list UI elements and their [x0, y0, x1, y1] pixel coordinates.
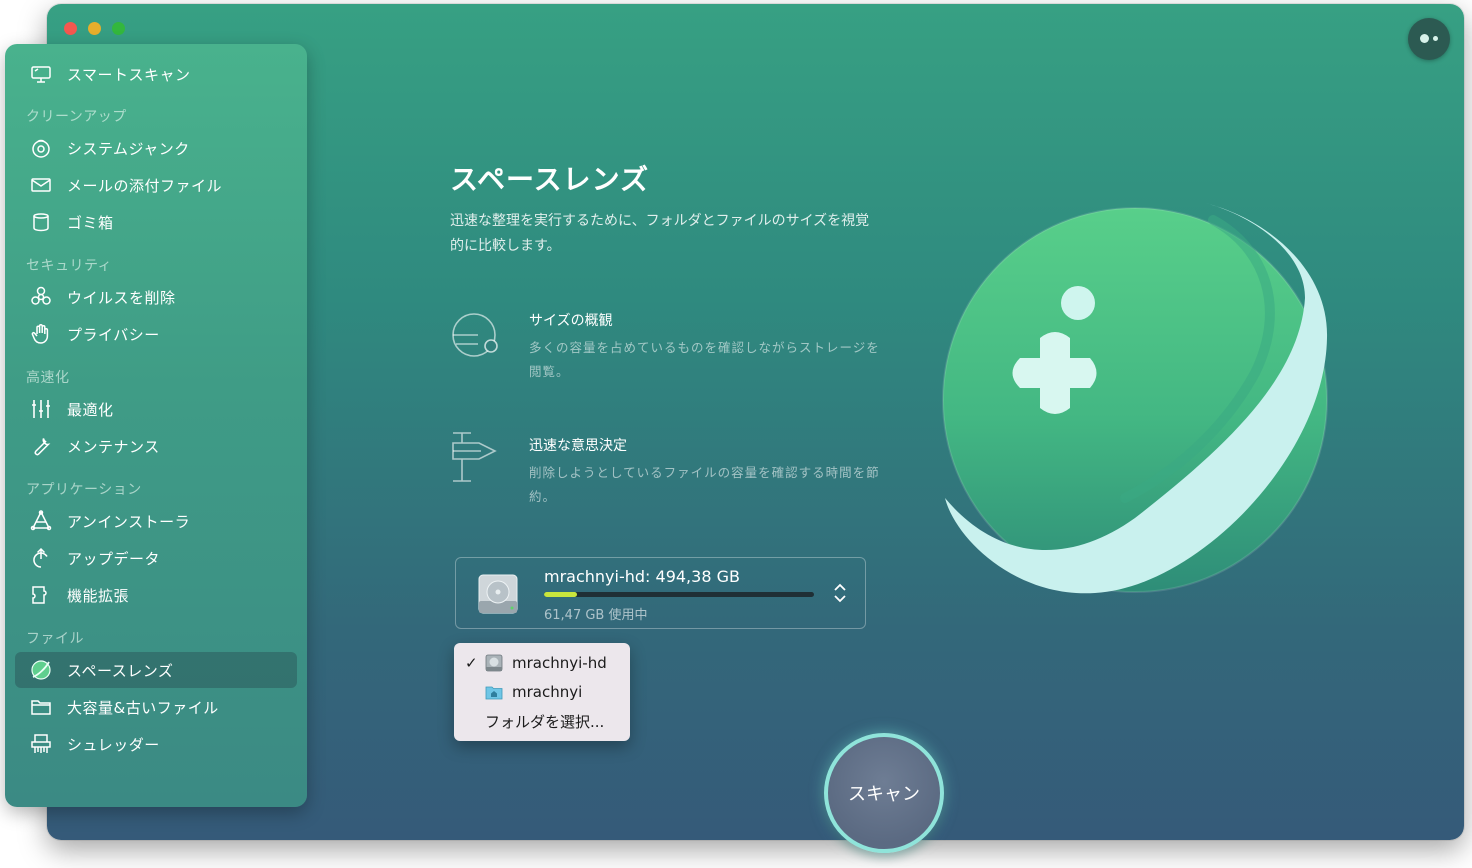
section-header-cleanup: クリーンアップ: [26, 109, 127, 125]
sidebar-item-label: スマートスキャン: [67, 65, 191, 84]
wrench-icon: [15, 428, 67, 464]
sidebar-item-trash[interactable]: ゴミ箱: [15, 204, 297, 240]
puzzle-icon: [15, 577, 67, 613]
page-title: スペースレンズ: [450, 163, 650, 196]
feature-title: サイズの概観: [529, 313, 613, 329]
mail-icon: [15, 167, 67, 203]
sidebar-item-label: メールの添付ファイル: [67, 176, 223, 195]
space-lens-planet-icon: [15, 652, 67, 688]
size-overview-icon: [452, 313, 498, 357]
trash-icon: [15, 204, 67, 240]
assistant-dot-small-icon: [1433, 36, 1438, 41]
sidebar-item-smart-scan[interactable]: スマートスキャン: [15, 56, 297, 92]
sidebar-item-label: 最適化: [67, 400, 114, 419]
sidebar-item-label: システムジャンク: [67, 139, 190, 158]
sidebar-item-system-junk[interactable]: システムジャンク: [15, 130, 297, 166]
section-header-applications: アプリケーション: [26, 482, 142, 498]
disk-dropdown-menu: ✓ mrachnyi-hd mrachnyi フォルダを選択...: [454, 643, 630, 741]
disk-usage-bar: [544, 592, 814, 597]
hard-drive-icon: [478, 574, 518, 614]
hard-drive-icon: [485, 654, 503, 672]
dropdown-option-label: フォルダを選択...: [485, 712, 605, 731]
zoom-window-button[interactable]: [112, 22, 125, 35]
chevron-up-down-icon[interactable]: [833, 580, 847, 606]
scan-button[interactable]: スキャン: [824, 733, 944, 853]
section-header-speed: 高速化: [26, 370, 70, 386]
section-header-files: ファイル: [26, 631, 84, 647]
sidebar: スマートスキャン クリーンアップ システムジャンク メールの添付ファイル ゴミ箱…: [5, 44, 307, 807]
disk-selector[interactable]: mrachnyi-hd: 494,38 GB 61,47 GB 使用中: [455, 557, 866, 629]
uninstaller-icon: [15, 503, 67, 539]
dropdown-option-mrachnyi-hd[interactable]: ✓ mrachnyi-hd: [454, 649, 630, 677]
system-junk-icon: [15, 130, 67, 166]
sliders-icon: [15, 391, 67, 427]
sidebar-item-label: メンテナンス: [67, 437, 160, 456]
dropdown-option-mrachnyi[interactable]: mrachnyi: [454, 678, 630, 706]
sidebar-item-extensions[interactable]: 機能拡張: [15, 577, 297, 613]
feature-description: 削除しようとしているファイルの容量を確認する時間を節約。: [529, 465, 880, 504]
sidebar-item-large-old-files[interactable]: 大容量&古いファイル: [15, 689, 297, 725]
dropdown-option-choose-folder[interactable]: フォルダを選択...: [454, 707, 630, 735]
minimize-window-button[interactable]: [88, 22, 101, 35]
sidebar-item-label: ウイルスを削除: [67, 288, 176, 307]
assistant-button[interactable]: [1408, 18, 1450, 60]
space-lens-planet-icon: [942, 203, 1328, 594]
sidebar-item-label: スペースレンズ: [67, 661, 174, 680]
disk-usage-fill: [544, 592, 578, 597]
hand-icon: [15, 316, 67, 352]
monitor-icon: [15, 56, 67, 92]
disk-name: mrachnyi-hd: 494,38 GB: [544, 567, 740, 586]
disk-used-label: 61,47 GB 使用中: [544, 608, 648, 623]
biohazard-icon: [15, 279, 67, 315]
sidebar-item-label: アップデータ: [67, 549, 161, 568]
sidebar-item-malware-removal[interactable]: ウイルスを削除: [15, 279, 297, 315]
sidebar-item-label: 大容量&古いファイル: [67, 698, 219, 717]
sidebar-item-label: ゴミ箱: [67, 213, 114, 232]
assistant-dot-icon: [1420, 34, 1429, 43]
sidebar-item-maintenance[interactable]: メンテナンス: [15, 428, 297, 464]
sidebar-item-mail-attachments[interactable]: メールの添付ファイル: [15, 167, 297, 203]
sidebar-item-label: アンインストーラ: [67, 512, 191, 531]
home-folder-icon: [485, 686, 503, 700]
feature-description: 多くの容量を占めているものを確認しながらストレージを閲覧。: [529, 340, 880, 379]
sidebar-item-uninstaller[interactable]: アンインストーラ: [15, 503, 297, 539]
checkmark-icon: ✓: [465, 654, 478, 672]
sidebar-item-optimization[interactable]: 最適化: [15, 391, 297, 427]
sidebar-item-label: 機能拡張: [67, 586, 130, 605]
dropdown-option-label: mrachnyi-hd: [512, 654, 607, 672]
sidebar-item-shredder[interactable]: シュレッダー: [15, 726, 297, 762]
feature-title: 迅速な意思決定: [529, 438, 627, 454]
sidebar-item-label: プライバシー: [67, 325, 160, 344]
dropdown-option-label: mrachnyi: [512, 683, 583, 701]
section-header-security: セキュリティ: [26, 258, 113, 274]
sidebar-item-updater[interactable]: アップデータ: [15, 540, 297, 576]
shredder-icon: [15, 726, 67, 762]
sidebar-item-privacy[interactable]: プライバシー: [15, 316, 297, 352]
folder-icon: [15, 689, 67, 725]
quick-decision-icon: [452, 432, 497, 482]
close-window-button[interactable]: [64, 22, 77, 35]
sidebar-item-label: シュレッダー: [67, 735, 160, 754]
sidebar-item-space-lens[interactable]: スペースレンズ: [15, 652, 297, 688]
page-description: 迅速な整理を実行するために、フォルダとファイルのサイズを視覚的に比較します。: [450, 213, 870, 254]
updater-icon: [15, 540, 67, 576]
